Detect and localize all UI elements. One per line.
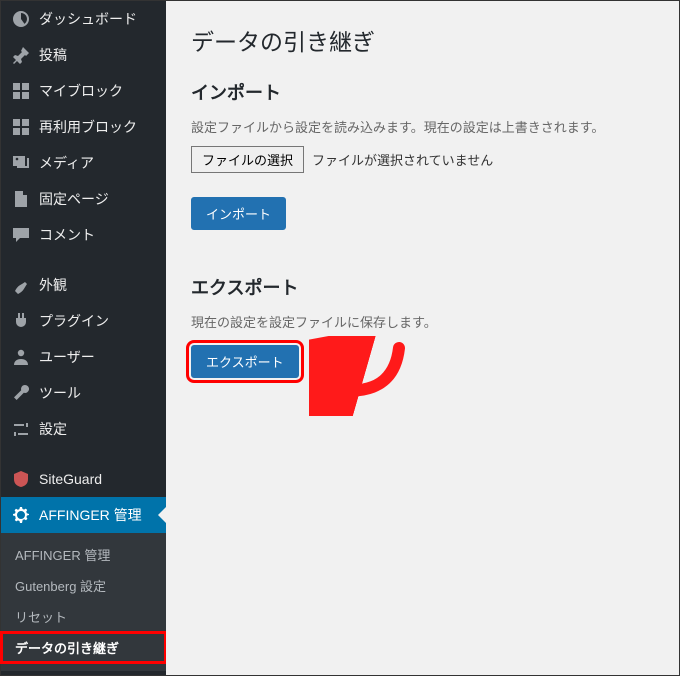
import-section: インポート 設定ファイルから設定を読み込みます。現在の設定は上書きされます。 フ… <box>191 79 654 230</box>
gear-icon <box>11 505 31 525</box>
sidebar-item-myblock[interactable]: マイブロック <box>1 73 166 109</box>
export-highlight: エクスポート <box>191 345 299 378</box>
sidebar-item-settings[interactable]: 設定 <box>1 411 166 447</box>
sidebar-item-label: 投稿 <box>39 45 67 65</box>
file-state-text: ファイルが選択されていません <box>312 150 493 169</box>
import-desc: 設定ファイルから設定を読み込みます。現在の設定は上書きされます。 <box>191 117 654 136</box>
sidebar-item-label: 外観 <box>39 275 67 295</box>
page-icon <box>11 189 31 209</box>
main-content: データの引き継ぎ インポート 設定ファイルから設定を読み込みます。現在の設定は上… <box>166 1 679 675</box>
export-section: エクスポート 現在の設定を設定ファイルに保存します。 エクスポート <box>191 274 654 378</box>
sidebar-item-reuseblock[interactable]: 再利用ブロック <box>1 109 166 145</box>
sidebar-item-label: コメント <box>39 225 95 245</box>
tools-icon <box>11 383 31 403</box>
sidebar-item-label: ダッシュボード <box>39 9 137 29</box>
import-heading: インポート <box>191 79 654 105</box>
comment-icon <box>11 225 31 245</box>
appearance-icon <box>11 275 31 295</box>
sidebar-item-label: 再利用ブロック <box>39 117 137 137</box>
sidebar-item-label: ツール <box>39 383 81 403</box>
plugin-icon <box>11 311 31 331</box>
sidebar-item-users[interactable]: ユーザー <box>1 339 166 375</box>
submenu-gutenberg[interactable]: Gutenberg 設定 <box>1 570 166 601</box>
sidebar-item-label: プラグイン <box>39 311 109 331</box>
sidebar-item-tools[interactable]: ツール <box>1 375 166 411</box>
export-heading: エクスポート <box>191 274 654 300</box>
sidebar-item-label: マイブロック <box>39 81 123 101</box>
grid-icon <box>11 81 31 101</box>
sidebar-item-label: メディア <box>39 153 94 173</box>
sidebar-item-plugins[interactable]: プラグイン <box>1 303 166 339</box>
sidebar-item-posts[interactable]: 投稿 <box>1 37 166 73</box>
sidebar-item-label: 固定ページ <box>39 189 109 209</box>
sidebar-item-label: 設定 <box>39 419 67 439</box>
reblock-icon <box>11 117 31 137</box>
settings-icon <box>11 419 31 439</box>
file-input-row: ファイルの選択 ファイルが選択されていません <box>191 146 654 173</box>
sidebar-item-appearance[interactable]: 外観 <box>1 267 166 303</box>
import-button[interactable]: インポート <box>191 197 286 230</box>
sidebar-item-pages[interactable]: 固定ページ <box>1 181 166 217</box>
siteguard-icon <box>11 469 31 489</box>
page-title: データの引き継ぎ <box>191 23 654 57</box>
sidebar-item-label: AFFINGER 管理 <box>39 505 142 525</box>
dashboard-icon <box>11 9 31 29</box>
sidebar-item-affinger[interactable]: AFFINGER 管理 <box>1 497 166 533</box>
sidebar-item-label: ユーザー <box>39 347 95 367</box>
user-icon <box>11 347 31 367</box>
affinger-submenu: AFFINGER 管理 Gutenberg 設定 リセット データの引き継ぎ <box>1 533 166 671</box>
media-icon <box>11 153 31 173</box>
pin-icon <box>11 45 31 65</box>
admin-sidebar: ダッシュボード 投稿 マイブロック 再利用ブロック メディア 固定ページ コメン… <box>1 1 166 675</box>
file-choose-button[interactable]: ファイルの選択 <box>191 146 304 173</box>
sidebar-item-label: SiteGuard <box>39 471 102 487</box>
submenu-affinger-admin[interactable]: AFFINGER 管理 <box>1 539 166 570</box>
export-button[interactable]: エクスポート <box>191 345 299 378</box>
export-desc: 現在の設定を設定ファイルに保存します。 <box>191 312 654 331</box>
sidebar-item-media[interactable]: メディア <box>1 145 166 181</box>
sidebar-item-siteguard[interactable]: SiteGuard <box>1 461 166 497</box>
sidebar-item-comments[interactable]: コメント <box>1 217 166 253</box>
submenu-data-migration[interactable]: データの引き継ぎ <box>1 632 166 663</box>
sidebar-item-dashboard[interactable]: ダッシュボード <box>1 1 166 37</box>
submenu-reset[interactable]: リセット <box>1 601 166 632</box>
